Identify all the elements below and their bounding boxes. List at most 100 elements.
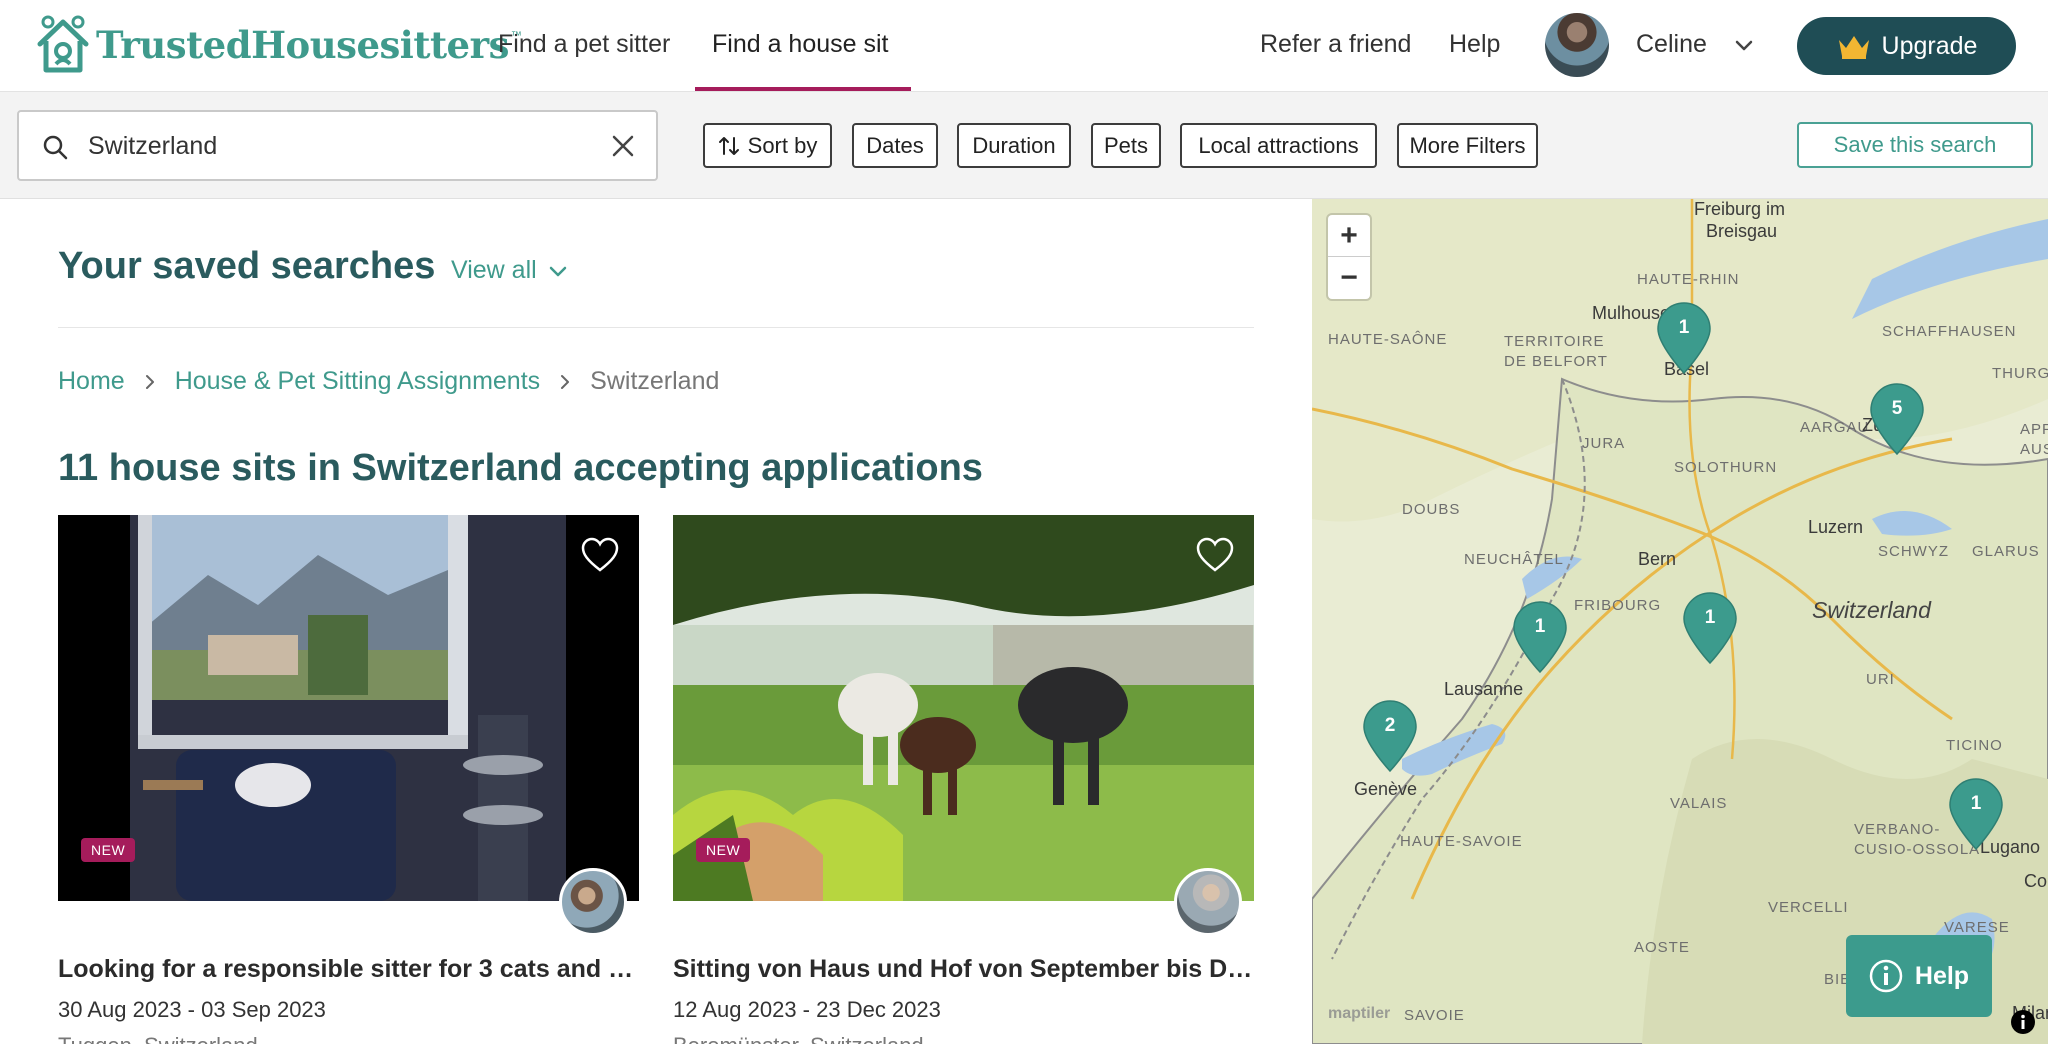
map-info-icon[interactable] <box>2010 1009 2036 1035</box>
dates-filter-button[interactable]: Dates <box>852 123 938 168</box>
owner-avatar <box>1174 868 1242 936</box>
breadcrumb: Home House & Pet Sitting Assignments Swi… <box>58 367 719 396</box>
save-search-button[interactable]: Save this search <box>1797 122 2033 168</box>
chevron-down-icon[interactable] <box>1733 34 1755 56</box>
map-city-label: Genève <box>1354 779 1418 799</box>
nav-find-house-sit[interactable]: Find a house sit <box>712 30 889 59</box>
map-region-label: HAUTE-RHIN <box>1637 271 1740 288</box>
map-city-label: Bern <box>1638 549 1677 569</box>
map-region-label: SCHAFFHAUSEN <box>1882 323 2017 340</box>
clear-search-icon[interactable] <box>609 132 637 160</box>
map-region-label: VERBANO- <box>1854 821 1941 838</box>
breadcrumb-assignments[interactable]: House & Pet Sitting Assignments <box>175 367 540 396</box>
nav-refer-a-friend[interactable]: Refer a friend <box>1260 30 1411 59</box>
listing-photo[interactable]: NEW <box>58 515 639 901</box>
map-region-label: VERCELLI <box>1768 899 1849 916</box>
nav-help[interactable]: Help <box>1449 30 1500 59</box>
sort-by-button[interactable]: Sort by <box>703 123 832 168</box>
house-logo-icon <box>37 15 89 73</box>
results-panel: Your saved searches View all Home House … <box>0 199 1312 1044</box>
heart-icon[interactable] <box>1196 537 1234 573</box>
user-name[interactable]: Celine <box>1636 30 1707 59</box>
map-city-label: Freiburg im <box>1694 199 1786 219</box>
maptiler-attribution[interactable]: maptiler <box>1328 1005 1390 1023</box>
results-map[interactable]: + − HAUTE-RHIN HAUTE-SAÔNE TERRITOIRE DE… <box>1312 199 2048 1044</box>
map-region-label: HAUTE-SAVOIE <box>1400 833 1523 850</box>
map-region-label: APP <box>2020 421 2048 438</box>
help-button-label: Help <box>1914 961 1970 990</box>
listing-dates: 12 Aug 2023 - 23 Dec 2023 <box>673 997 941 1022</box>
listing-title[interactable]: Sitting von Haus und Hof von September b… <box>673 955 1254 984</box>
map-region-label: VARESE <box>1944 919 2010 936</box>
section-divider <box>58 327 1254 328</box>
pin-count: 1 <box>1678 317 1690 338</box>
map-city-label: Lausanne <box>1444 679 1524 699</box>
map-cluster-pin[interactable]: 5 <box>1869 382 1925 456</box>
sort-icon <box>718 136 739 155</box>
brand-logo[interactable]: TrustedHousesitters ™ <box>34 14 522 76</box>
map-cluster-pin[interactable]: 1 <box>1948 777 2004 851</box>
owner-avatar <box>559 868 627 936</box>
heart-icon[interactable] <box>581 537 619 573</box>
view-all-label: View all <box>451 256 537 284</box>
listing-photo-horses <box>673 515 1254 901</box>
zoom-in-button[interactable]: + <box>1328 215 1370 257</box>
pin-count: 2 <box>1384 715 1396 736</box>
map-region-label: TERRITOIRE <box>1504 333 1605 350</box>
search-input[interactable] <box>88 126 588 166</box>
map-region-label: AUSS <box>2020 441 2048 458</box>
listing-location: Beromünster, Switzerland <box>673 1033 924 1044</box>
brand-name: TrustedHousesitters <box>96 23 509 67</box>
listing-title[interactable]: Looking for a responsible sitter for 3 c… <box>58 955 639 984</box>
pin-count: 1 <box>1534 616 1546 637</box>
info-circle-icon <box>1869 959 1903 993</box>
map-region-label: NEUCHÂTEL <box>1464 551 1564 568</box>
results-title: 11 house sits in Switzerland accepting a… <box>58 447 983 489</box>
top-navigation: TrustedHousesitters ™ Find a pet sitter … <box>0 0 2048 92</box>
listing-card[interactable]: NEW Looking for a responsible sitter for… <box>58 515 639 1044</box>
map-cluster-pin[interactable]: 1 <box>1656 301 1712 375</box>
nav-active-indicator <box>695 87 911 91</box>
chevron-right-icon <box>561 374 570 389</box>
upgrade-label: Upgrade <box>1881 31 1978 60</box>
duration-filter-button[interactable]: Duration <box>957 123 1071 168</box>
more-filters-button[interactable]: More Filters <box>1397 123 1538 168</box>
breadcrumb-home[interactable]: Home <box>58 367 125 396</box>
map-city-label: Luzern <box>1808 517 1864 537</box>
zoom-out-button[interactable]: − <box>1328 257 1370 299</box>
map-region-label: DOUBS <box>1402 501 1461 518</box>
chevron-right-icon <box>145 374 154 389</box>
new-badge: NEW <box>696 838 751 862</box>
upgrade-button[interactable]: Upgrade <box>1797 17 2016 75</box>
pin-count: 1 <box>1704 607 1716 628</box>
user-avatar[interactable] <box>1545 13 1609 77</box>
map-region-label: URI <box>1866 671 1895 688</box>
listing-photo-living-room <box>58 515 639 901</box>
map-city-label: Breisgau <box>1706 221 1778 241</box>
crown-icon <box>1838 36 1869 59</box>
filter-bar: Sort by Dates Duration Pets Local attrac… <box>0 92 2048 199</box>
new-badge: NEW <box>81 838 136 862</box>
view-all-saved-searches[interactable]: View all <box>451 256 569 285</box>
map-cluster-pin[interactable]: 1 <box>1682 591 1738 665</box>
pets-filter-button[interactable]: Pets <box>1091 123 1161 168</box>
map-zoom-controls: + − <box>1328 215 1370 299</box>
map-region-label: THURGAU <box>1992 365 2048 382</box>
nav-find-pet-sitter[interactable]: Find a pet sitter <box>498 30 670 59</box>
map-region-label: FRIBOURG <box>1574 597 1662 614</box>
map-cluster-pin[interactable]: 1 <box>1512 600 1568 674</box>
map-city-label: Como <box>2024 871 2048 891</box>
map-region-label: JURA <box>1582 435 1626 452</box>
map-region-label: AOSTE <box>1634 939 1690 956</box>
map-region-label: VALAIS <box>1670 795 1728 812</box>
saved-searches-title: Your saved searches <box>58 245 436 287</box>
help-button[interactable]: Help <box>1846 935 1992 1017</box>
map-cluster-pin[interactable]: 2 <box>1362 699 1418 773</box>
local-attractions-filter-button[interactable]: Local attractions <box>1180 123 1377 168</box>
listing-card[interactable]: NEW Sitting von Haus und Hof von Septemb… <box>673 515 1254 1044</box>
pin-count: 5 <box>1891 398 1903 419</box>
map-region-label: DE BELFORT <box>1504 353 1608 370</box>
listing-photo[interactable]: NEW <box>673 515 1254 901</box>
search-icon <box>43 135 68 160</box>
search-box[interactable] <box>17 110 658 181</box>
